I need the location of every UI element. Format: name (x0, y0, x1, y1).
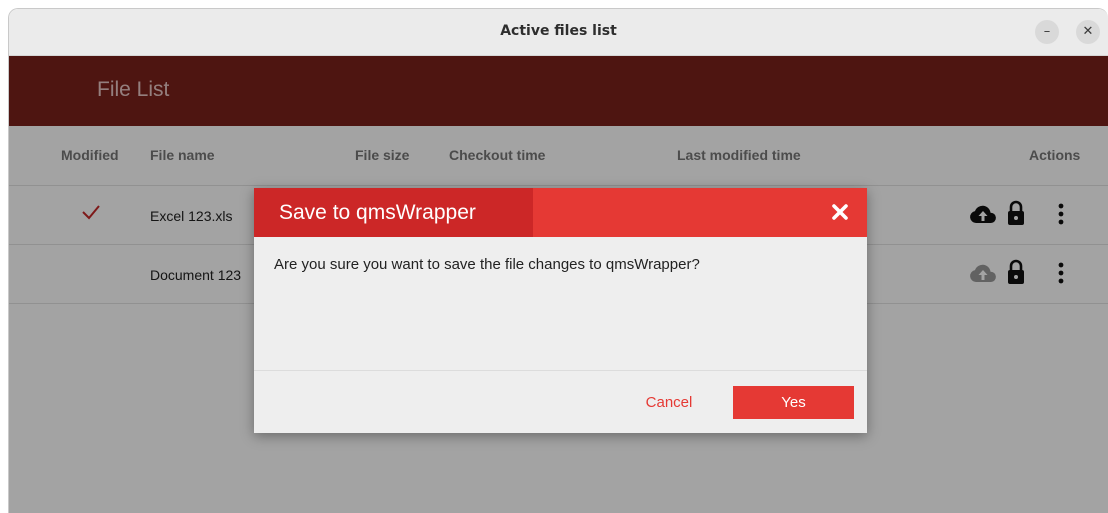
dialog-header: Save to qmsWrapper (254, 188, 867, 237)
close-icon[interactable] (830, 202, 850, 222)
save-confirm-dialog: Save to qmsWrapper Are you sure you want… (254, 188, 867, 433)
cancel-button[interactable]: Cancel (624, 386, 714, 419)
dialog-divider (254, 370, 867, 371)
dialog-title: Save to qmsWrapper (279, 201, 476, 224)
window-title: Active files list (500, 23, 617, 39)
yes-button[interactable]: Yes (733, 386, 854, 419)
window-close-button[interactable]: ✕ (1076, 20, 1100, 44)
dialog-message: Are you sure you want to save the file c… (274, 256, 700, 273)
dialog-title-tab: Save to qmsWrapper (254, 188, 533, 237)
minimize-button[interactable]: – (1035, 20, 1059, 44)
window-titlebar: Active files list – ✕ (9, 9, 1108, 56)
